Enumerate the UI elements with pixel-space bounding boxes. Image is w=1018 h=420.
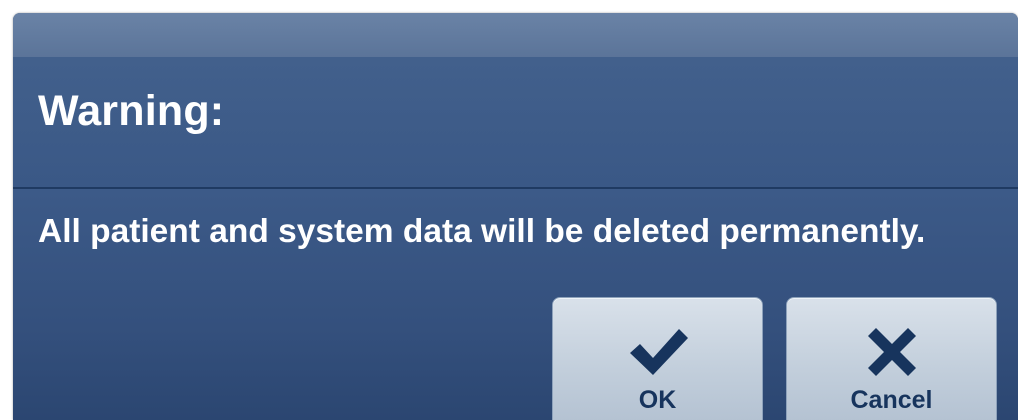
cancel-button-label: Cancel (850, 386, 933, 414)
ok-button-label: OK (638, 386, 677, 414)
cancel-button[interactable]: Cancel (786, 297, 997, 420)
dialog-title: Warning: (38, 87, 225, 135)
ok-button[interactable]: OK (552, 297, 763, 420)
dialog-title-bar (13, 13, 1018, 57)
checkmark-icon (629, 329, 688, 375)
warning-dialog: Warning: All patient and system data wil… (13, 13, 1018, 420)
dialog-body: All patient and system data will be dele… (13, 189, 1018, 420)
warning-message: All patient and system data will be dele… (38, 213, 926, 250)
dialog-header: Warning: (13, 57, 1018, 189)
x-icon (867, 328, 916, 376)
